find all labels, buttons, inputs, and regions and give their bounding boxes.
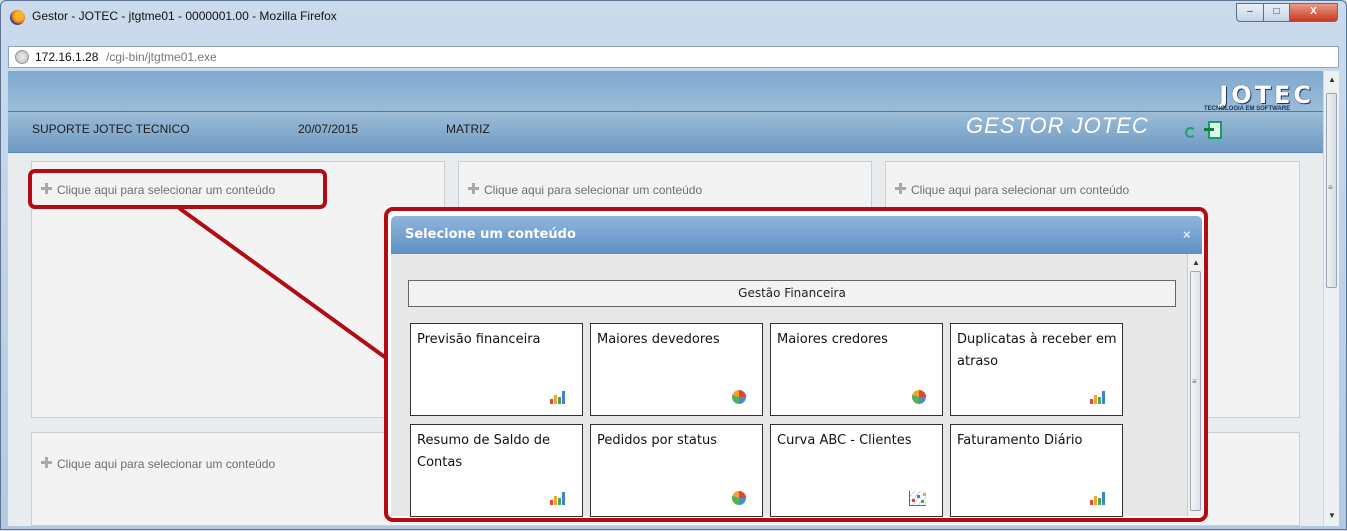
content-card-faturamento-diario[interactable]: Faturamento Diário bbox=[950, 424, 1123, 517]
bar-chart-icon bbox=[1089, 491, 1107, 505]
card-title: Pedidos por status bbox=[597, 433, 717, 448]
scrollbar-thumb[interactable] bbox=[1190, 271, 1201, 511]
content-card-pedidos-status[interactable]: Pedidos por status bbox=[590, 424, 763, 517]
dialog-title: Selecione um conteúdo bbox=[405, 227, 576, 242]
browser-window: Gestor - JOTEC - jtgtme01 - 0000001.00 -… bbox=[0, 0, 1347, 530]
scrollbar-grip-icon: ≡ bbox=[1192, 377, 1197, 386]
content-card-maiores-credores[interactable]: Maiores credores bbox=[770, 323, 943, 416]
content-card-curva-abc[interactable]: Curva ABC - Clientes bbox=[770, 424, 943, 517]
content-card-resumo-saldo[interactable]: Resumo de Saldo de Contas bbox=[410, 424, 583, 517]
dialog-body: Gestão Financeira Previsão financeira Ma… bbox=[391, 254, 1203, 517]
select-content-dialog: Selecione um conteúdo × Gestão Financeir… bbox=[384, 207, 1208, 522]
card-title: Duplicatas à receber em atraso bbox=[957, 332, 1117, 369]
bar-chart-icon bbox=[1089, 390, 1107, 404]
dialog-scrollbar[interactable]: ▲ ≡ bbox=[1187, 254, 1203, 516]
card-title: Maiores devedores bbox=[597, 332, 720, 347]
pie-chart-icon bbox=[912, 390, 926, 404]
close-icon[interactable]: × bbox=[1183, 227, 1191, 242]
bar-chart-icon bbox=[549, 390, 567, 404]
card-title: Resumo de Saldo de Contas bbox=[417, 433, 551, 470]
card-title: Curva ABC - Clientes bbox=[777, 433, 912, 448]
content-card-previsao-financeira[interactable]: Previsão financeira bbox=[410, 323, 583, 416]
callout-highlight-box bbox=[28, 169, 327, 209]
dialog-header[interactable]: Selecione um conteúdo × bbox=[391, 216, 1202, 254]
group-header: Gestão Financeira bbox=[408, 280, 1176, 307]
scatter-chart-icon bbox=[909, 491, 926, 506]
card-title: Maiores credores bbox=[777, 332, 888, 347]
pie-chart-icon bbox=[732, 390, 746, 404]
content-card-duplicatas-atraso[interactable]: Duplicatas à receber em atraso bbox=[950, 323, 1123, 416]
content-card-maiores-devedores[interactable]: Maiores devedores bbox=[590, 323, 763, 416]
card-title: Faturamento Diário bbox=[957, 433, 1083, 448]
card-title: Previsão financeira bbox=[417, 332, 541, 347]
bar-chart-icon bbox=[549, 491, 567, 505]
pie-chart-icon bbox=[732, 491, 746, 505]
callout-line bbox=[177, 206, 395, 365]
scroll-up-arrow-icon[interactable]: ▲ bbox=[1192, 258, 1200, 267]
